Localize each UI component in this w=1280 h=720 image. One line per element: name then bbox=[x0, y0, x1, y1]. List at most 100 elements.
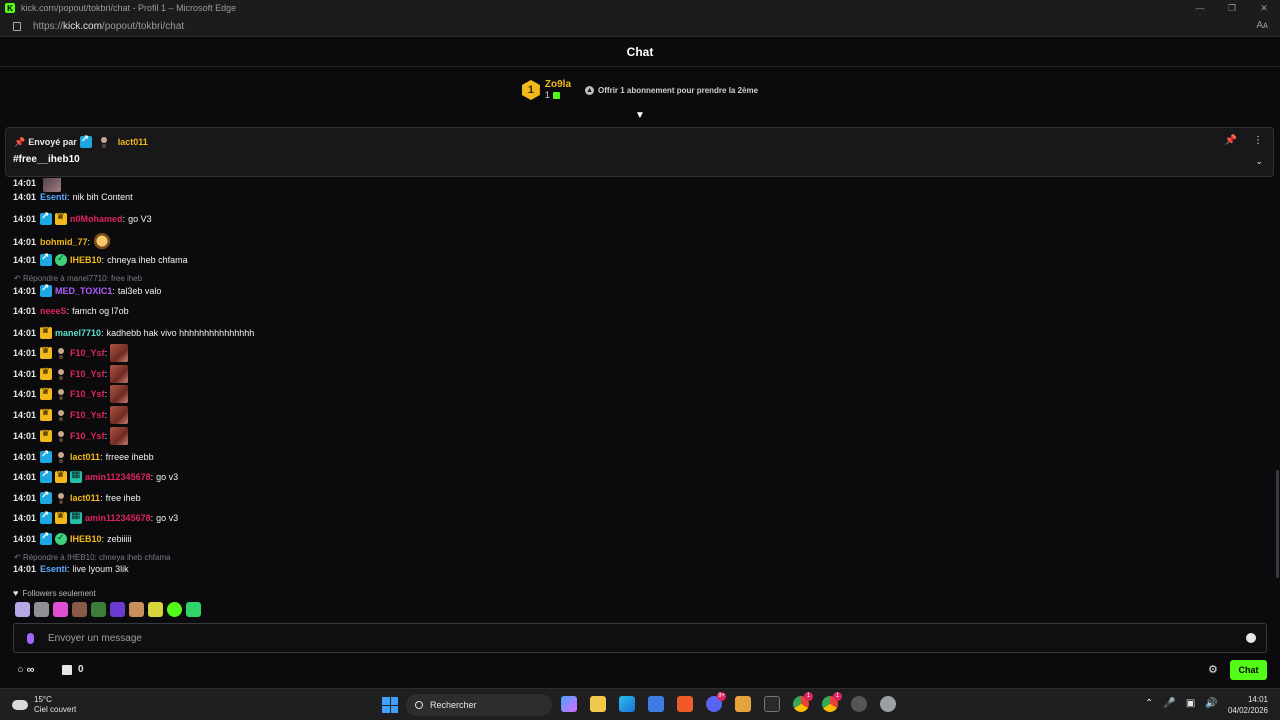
quick-emotes[interactable] bbox=[15, 602, 201, 617]
chat-message[interactable]: 14:01 F10_Ysf: bbox=[13, 344, 129, 362]
message-time: 14:01 bbox=[13, 178, 37, 188]
chat-message[interactable]: 14:01 F10_Ysf: bbox=[13, 385, 129, 403]
app-c-icon[interactable] bbox=[764, 696, 780, 712]
emote-icon bbox=[93, 233, 112, 251]
close-button[interactable]: ✕ bbox=[1248, 0, 1280, 16]
moderator-badge-icon bbox=[40, 531, 53, 545]
chat-message[interactable]: 14:01 lact011: frreee ihebb bbox=[13, 449, 154, 463]
reply-reference[interactable]: ↶ Répondre à IHEB10: chneya iheb chfama bbox=[14, 553, 171, 562]
weather-widget[interactable]: 15°C Ciel couvert bbox=[12, 695, 76, 715]
chat-message-partial[interactable]: 14:01 bbox=[13, 178, 61, 192]
reader-mode-icon[interactable]: Aᴀ bbox=[1256, 20, 1268, 31]
person-badge-icon bbox=[55, 347, 67, 359]
pinned-message[interactable]: 📌 Envoyé par lact011 #free__iheb10 📌 ⋮ ⌄ bbox=[5, 127, 1274, 177]
microphone-tray-icon[interactable]: 🎤 bbox=[1163, 698, 1175, 709]
chat-message[interactable]: 14:01 amin112345678: go v3 bbox=[13, 469, 178, 483]
settings-icon[interactable] bbox=[880, 696, 896, 712]
chat-message[interactable]: 14:01 Esenti: nik bih Content bbox=[13, 192, 133, 202]
edge-icon[interactable] bbox=[619, 696, 635, 712]
chat-message[interactable]: 14:01 manel7710: kadhebb hak vivo hhhhhh… bbox=[13, 325, 254, 339]
emote-icon[interactable] bbox=[148, 602, 163, 617]
emote-icon[interactable] bbox=[110, 602, 125, 617]
search-icon bbox=[415, 701, 423, 709]
chrome-profile-icon[interactable]: 1 bbox=[822, 692, 842, 712]
unpin-icon[interactable]: 📌 bbox=[1225, 135, 1237, 146]
emote-icon[interactable] bbox=[34, 602, 49, 617]
emoji-picker-icon[interactable] bbox=[1246, 633, 1256, 643]
pinned-text: #free__iheb10 bbox=[13, 154, 80, 165]
store-icon[interactable] bbox=[648, 696, 664, 712]
more-options-icon[interactable]: ⋮ bbox=[1253, 135, 1263, 146]
emote-icon[interactable] bbox=[129, 602, 144, 617]
person-badge-icon bbox=[55, 409, 67, 421]
window-titlebar: K kick.com/popout/tokbri/chat - Profil 1… bbox=[0, 0, 1280, 16]
pinned-username[interactable]: lact011 bbox=[118, 137, 148, 147]
reply-reference[interactable]: ↶ Répondre à manel7710: free iheb bbox=[14, 274, 142, 283]
emote-icon[interactable] bbox=[53, 602, 68, 617]
person-badge-icon bbox=[55, 430, 67, 442]
volume-icon[interactable]: 🔊 bbox=[1205, 698, 1217, 709]
chat-messages[interactable]: 14:01 14:01 Esenti: nik bih Content 14:0… bbox=[0, 178, 1276, 584]
chevron-up-icon[interactable]: ⌃ bbox=[1145, 698, 1153, 709]
emote-icon[interactable] bbox=[167, 602, 182, 617]
chevron-down-icon[interactable]: ⌄ bbox=[1255, 156, 1263, 167]
message-input-box[interactable] bbox=[13, 623, 1267, 653]
emote-icon[interactable] bbox=[72, 602, 87, 617]
offer-subscription[interactable]: ▲ Offrir 1 abonnement pour prendre la 2è… bbox=[585, 85, 759, 95]
emote-icon[interactable] bbox=[15, 602, 30, 617]
chat-message[interactable]: 14:01 neeeS: famch og l7ob bbox=[13, 306, 129, 316]
network-icon[interactable]: ▣ bbox=[1186, 698, 1195, 709]
chat-message[interactable]: 14:01 F10_Ysf: bbox=[13, 406, 129, 424]
message-input[interactable] bbox=[48, 632, 1198, 644]
send-chat-button[interactable]: Chat bbox=[1230, 659, 1267, 680]
chat-message[interactable]: 14:01 Esenti: live lyoum 3lik bbox=[13, 564, 129, 574]
chrome-icon[interactable]: 1 bbox=[793, 692, 813, 712]
lock-icon[interactable] bbox=[13, 21, 21, 31]
chat-message[interactable]: 14:01 IHEB10: chneya iheb chfama bbox=[13, 252, 188, 266]
followers-only-notice: ♥ Followers seulement bbox=[13, 588, 96, 598]
gift-count: 1 bbox=[544, 90, 550, 100]
sent-by-label: Envoyé par bbox=[28, 137, 77, 147]
app-a-icon[interactable] bbox=[677, 696, 693, 712]
cloud-icon bbox=[12, 700, 28, 710]
gifter-name[interactable]: Zo9la bbox=[545, 79, 571, 90]
system-tray[interactable]: ⌃ 🎤 ▣ 🔊 bbox=[1145, 698, 1218, 709]
channel-points[interactable]: ○ ∞ bbox=[17, 664, 35, 676]
top-gifter[interactable]: 1 Zo9la 1 ▲ Offrir 1 abonnement pour pre… bbox=[0, 75, 1280, 105]
discord-icon[interactable]: 9+ bbox=[706, 692, 726, 712]
person-badge-icon bbox=[55, 451, 67, 463]
collapse-arrow-icon[interactable]: ▼ bbox=[634, 111, 646, 121]
minimize-button[interactable]: — bbox=[1184, 0, 1216, 16]
window-title: kick.com/popout/tokbri/chat - Profil 1 –… bbox=[21, 3, 237, 13]
emote-icon[interactable] bbox=[186, 602, 201, 617]
mail-app-icon[interactable] bbox=[735, 696, 751, 712]
file-explorer-icon[interactable] bbox=[590, 696, 606, 712]
chat-message[interactable]: 14:01 n0Mohamed: go V3 bbox=[13, 211, 152, 225]
app-dot-icon[interactable] bbox=[851, 696, 867, 712]
restore-button[interactable]: ❐ bbox=[1216, 0, 1248, 16]
moderator-badge-icon bbox=[40, 449, 53, 463]
chat-scrollbar[interactable] bbox=[1276, 470, 1279, 578]
copilot-icon[interactable] bbox=[561, 696, 577, 712]
chat-message[interactable]: 14:01 F10_Ysf: bbox=[13, 427, 129, 445]
offer-text: Offrir 1 abonnement pour prendre la 2ème bbox=[598, 85, 759, 95]
chat-message[interactable]: 14:01 amin112345678: go v3 bbox=[13, 510, 178, 524]
settings-gear-icon[interactable]: ⚙ bbox=[1208, 663, 1218, 676]
address-bar[interactable]: https://kick.com/popout/tokbri/chat Aᴀ bbox=[0, 16, 1280, 37]
moderator-badge-icon bbox=[79, 134, 92, 148]
taskbar-search[interactable]: Rechercher bbox=[406, 694, 552, 716]
moderator-badge-icon bbox=[40, 283, 53, 297]
chat-message[interactable]: 14:01 IHEB10: zebiiiii bbox=[13, 531, 132, 545]
chat-message[interactable]: 14:01 MED_TOXIC1: tal3eb valo bbox=[13, 283, 161, 297]
emote-icon[interactable] bbox=[91, 602, 106, 617]
start-button[interactable] bbox=[382, 697, 398, 713]
crown-badge-icon bbox=[40, 386, 53, 400]
taskbar-apps: 9+ 1 1 bbox=[561, 692, 896, 712]
chat-message[interactable]: 14:01 F10_Ysf: bbox=[13, 365, 129, 383]
url-text[interactable]: https://kick.com/popout/tokbri/chat bbox=[33, 21, 184, 32]
chat-message[interactable]: 14:01 lact011: free iheb bbox=[13, 490, 141, 504]
microphone-icon[interactable] bbox=[27, 632, 34, 644]
chat-message[interactable]: 14:01 bohmid_77: bbox=[13, 233, 112, 251]
gift-counter[interactable]: 0 bbox=[62, 664, 84, 675]
clock[interactable]: 14:01 04/02/2026 bbox=[1228, 694, 1268, 716]
